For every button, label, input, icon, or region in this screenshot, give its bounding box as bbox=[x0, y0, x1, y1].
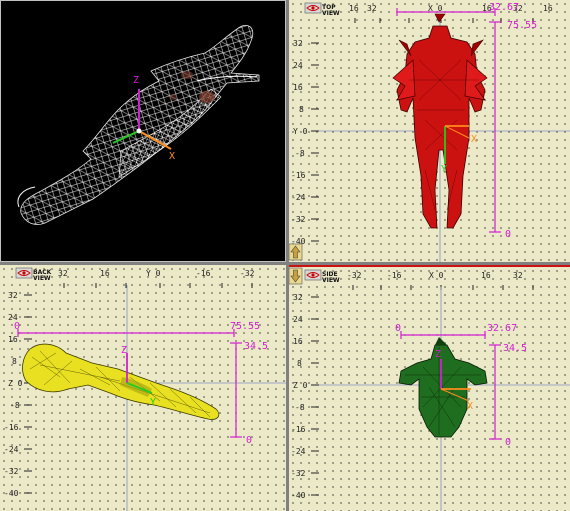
dim-right: 75.55 bbox=[507, 20, 537, 31]
left-tick: 32 bbox=[293, 293, 303, 302]
left-tick: -16 bbox=[4, 423, 19, 432]
arrow-up-icon[interactable] bbox=[289, 243, 303, 261]
top-tick: 16 bbox=[543, 4, 553, 13]
view-label-side[interactable]: SIDE VIEW bbox=[304, 269, 340, 284]
left-ruler: 32 24 16 8 Y 0 -8 -16 -24 -32 -40 bbox=[291, 39, 319, 246]
axis-x-label: X bbox=[169, 151, 175, 162]
top-tick: 32 bbox=[58, 269, 68, 278]
dim-height: 34.5 bbox=[503, 343, 527, 354]
left-tick: Z 0 bbox=[8, 379, 23, 388]
top-ruler: -32 -16 X 0 16 32 bbox=[347, 271, 534, 290]
axis-z-label: Z bbox=[121, 345, 127, 356]
side-viewport[interactable]: -32 -16 X 0 16 32 32 24 16 8 Z 0 -8 -16 … bbox=[289, 265, 570, 511]
left-tick: -24 bbox=[291, 447, 306, 456]
left-tick: 8 bbox=[12, 357, 17, 366]
dim-top: 32.67 bbox=[489, 2, 519, 13]
left-tick: 16 bbox=[293, 83, 303, 92]
left-tick: -32 bbox=[291, 215, 306, 224]
left-tick: -16 bbox=[291, 171, 306, 180]
top-tick: X 0 bbox=[429, 271, 444, 280]
left-tick: 8 bbox=[297, 359, 302, 368]
left-tick: 24 bbox=[293, 61, 303, 70]
left-ruler: 32 24 16 8 Z 0 -8 -16 -24 -32 -40 bbox=[291, 293, 319, 500]
left-tick: 24 bbox=[293, 315, 303, 324]
left-tick: -8 bbox=[295, 403, 305, 412]
back-viewport[interactable]: 32 16 Y 0 -16 -32 32 24 16 8 Z 0 -8 -16 … bbox=[0, 265, 286, 511]
top-viewport[interactable]: 16 32 X 0 16 32 16 32 24 16 8 Y 0 -8 -16… bbox=[289, 0, 570, 262]
left-tick: -40 bbox=[291, 491, 306, 500]
top-tick: Y 0 bbox=[146, 269, 161, 278]
arrow-down-icon[interactable] bbox=[289, 267, 303, 285]
dim-bottom: 0 bbox=[246, 435, 252, 446]
dim-bottom: 0 bbox=[505, 229, 511, 240]
perspective-canvas[interactable]: Z X bbox=[1, 1, 286, 262]
top-tick: 32 bbox=[513, 271, 523, 280]
left-tick: -16 bbox=[291, 425, 306, 434]
top-tick: -32 bbox=[240, 269, 255, 278]
left-tick: 8 bbox=[299, 105, 304, 114]
top-ruler: 32 16 Y 0 -16 -32 bbox=[58, 269, 255, 288]
dim-height: 34.5 bbox=[244, 341, 268, 352]
left-tick: Z 0 bbox=[293, 381, 308, 390]
view-label-top[interactable]: TOP VIEW bbox=[304, 2, 340, 17]
left-tick: 16 bbox=[8, 335, 18, 344]
left-tick: Y 0 bbox=[293, 127, 308, 136]
side-view-canvas[interactable]: -32 -16 X 0 16 32 32 24 16 8 Z 0 -8 -16 … bbox=[289, 267, 570, 511]
top-tick: -16 bbox=[387, 271, 402, 280]
top-tick: 16 bbox=[100, 269, 110, 278]
top-view-canvas[interactable]: 16 32 X 0 16 32 16 32 24 16 8 Y 0 -8 -16… bbox=[289, 0, 570, 262]
axis-y-label: Y bbox=[150, 397, 156, 408]
back-view-canvas[interactable]: 32 16 Y 0 -16 -32 32 24 16 8 Z 0 -8 -16 … bbox=[0, 265, 286, 511]
dim-left: 0 bbox=[14, 321, 20, 332]
dim-right: 32.67 bbox=[487, 323, 517, 334]
left-tick: -32 bbox=[4, 467, 19, 476]
svg-text:VIEW: VIEW bbox=[322, 10, 340, 17]
axis-z-label: Z bbox=[133, 75, 139, 86]
axis-z-label: Z bbox=[435, 349, 441, 360]
top-tick: -16 bbox=[196, 269, 211, 278]
left-tick: -24 bbox=[291, 193, 306, 202]
dim-left: 0 bbox=[395, 323, 401, 334]
top-tick: -32 bbox=[347, 271, 362, 280]
top-tick: 16 bbox=[349, 4, 359, 13]
axis-x-label: X bbox=[467, 401, 473, 412]
svg-text:VIEW: VIEW bbox=[322, 277, 340, 284]
side-view-model bbox=[398, 337, 488, 438]
top-tick: 16 bbox=[481, 271, 491, 280]
perspective-viewport[interactable]: Z X bbox=[0, 0, 286, 262]
left-tick: -40 bbox=[4, 489, 19, 498]
left-tick: 32 bbox=[293, 39, 303, 48]
top-tick: 32 bbox=[367, 4, 377, 13]
left-tick: -8 bbox=[10, 401, 20, 410]
left-tick: -32 bbox=[291, 469, 306, 478]
left-tick: 32 bbox=[8, 291, 18, 300]
svg-text:VIEW: VIEW bbox=[33, 275, 51, 282]
left-tick: 16 bbox=[293, 337, 303, 346]
view-label-back[interactable]: BACK VIEW bbox=[15, 267, 52, 282]
axis-x-label: X bbox=[471, 134, 477, 145]
left-tick: -8 bbox=[295, 149, 305, 158]
axis-y-label: Y bbox=[441, 164, 447, 175]
dim-bottom: 0 bbox=[505, 437, 511, 448]
left-tick: -24 bbox=[4, 445, 19, 454]
dim-right: 75.55 bbox=[230, 321, 260, 332]
